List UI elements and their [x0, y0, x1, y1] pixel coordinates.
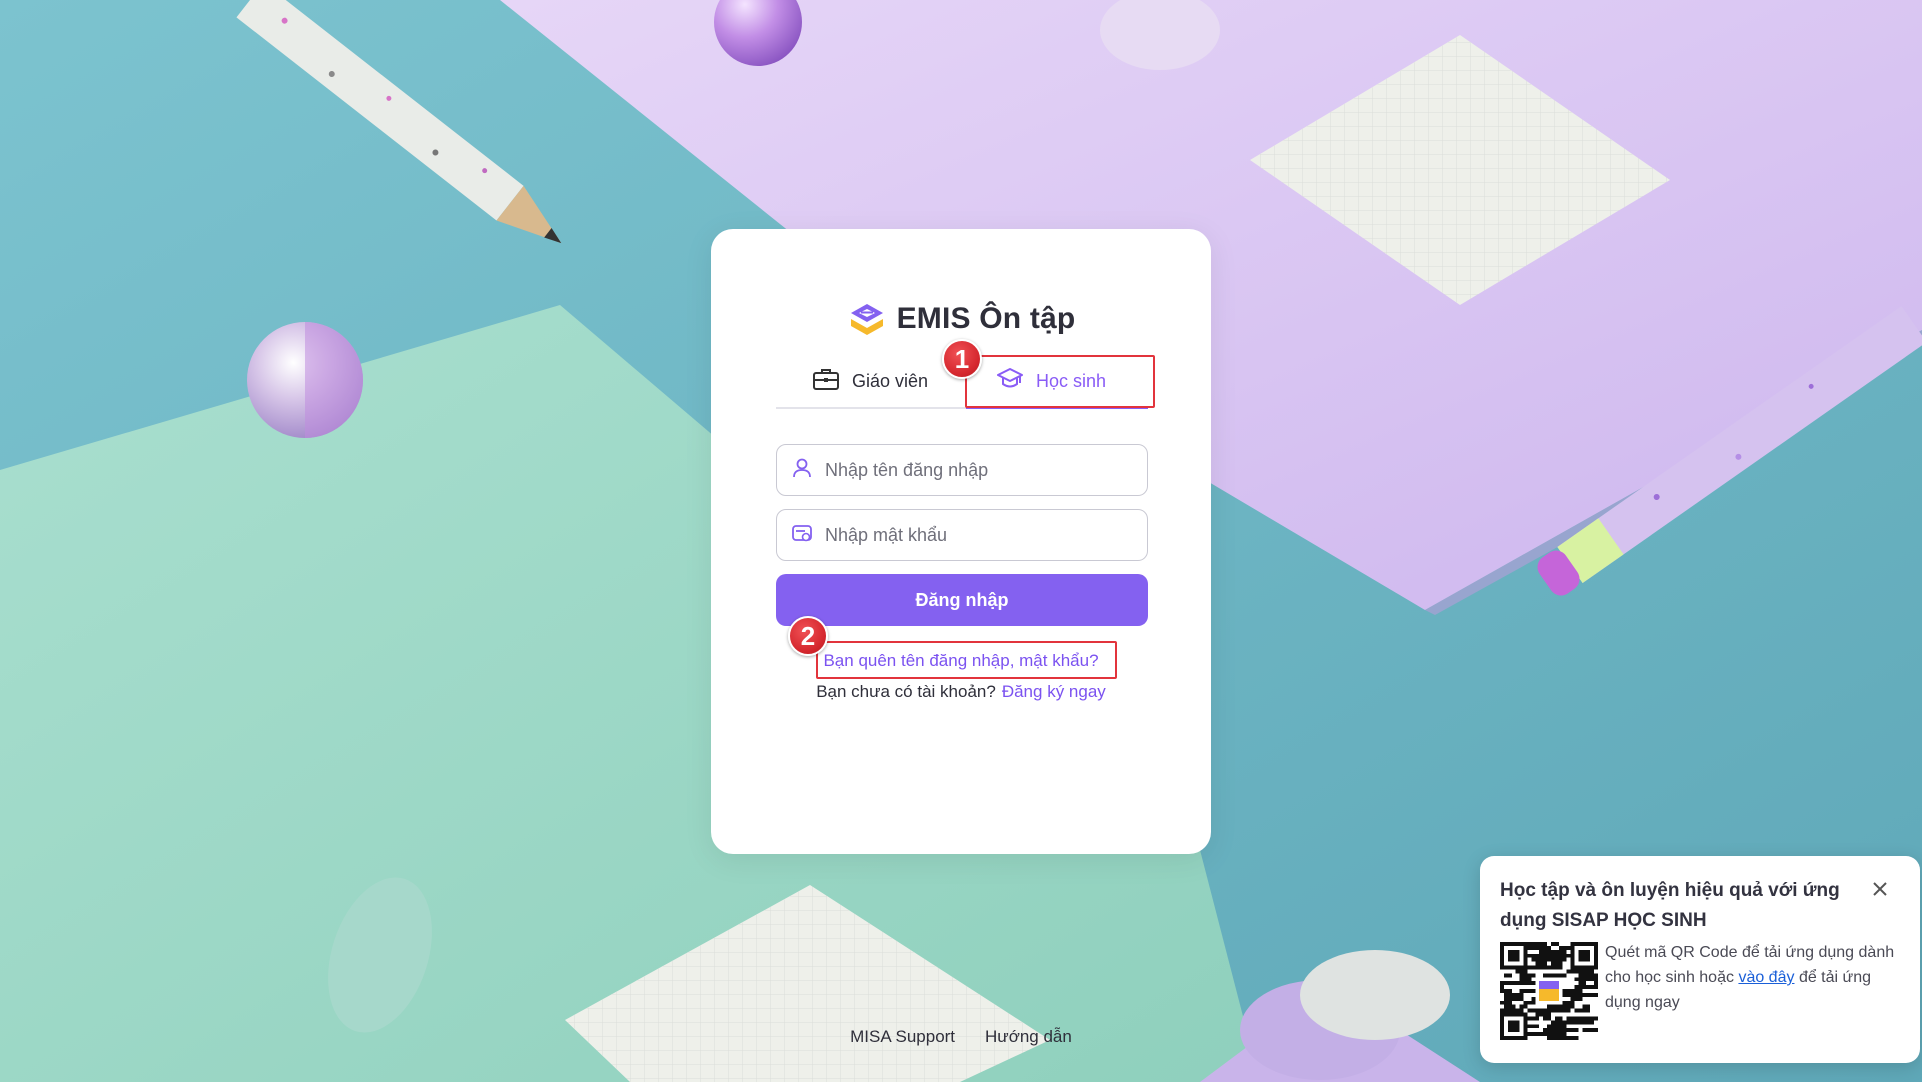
tab-teacher[interactable]: Giáo viên [812, 354, 928, 409]
app-title: EMIS Ôn tập [896, 302, 1076, 335]
popup-description: Quét mã QR Code để tải ứng dụng dành cho… [1605, 940, 1905, 1015]
username-field[interactable] [776, 444, 1148, 496]
guide-link[interactable]: Hướng dẫn [985, 1027, 1072, 1047]
highlight-student-tab [965, 355, 1155, 408]
qr-code-icon [1500, 942, 1598, 1040]
highlight-forgot-link [816, 641, 1117, 679]
step-marker-1: 1 [942, 339, 982, 379]
popup-title: Học tập và ôn luyện hiệu quả với ứng dụn… [1500, 880, 1840, 931]
username-input[interactable] [825, 459, 1147, 481]
briefcase-icon [812, 366, 840, 397]
password-input[interactable] [825, 524, 1147, 546]
user-icon [791, 457, 813, 484]
login-button[interactable]: Đăng nhập [776, 574, 1148, 626]
step-marker-2: 2 [788, 616, 828, 656]
no-account-text: Bạn chưa có tài khoản? [816, 682, 996, 701]
emis-logo-icon [847, 299, 887, 339]
misa-support-link[interactable]: MISA Support [850, 1027, 955, 1047]
brand: EMIS Ôn tập [711, 299, 1211, 339]
password-field[interactable] [776, 509, 1148, 561]
app-promo-popup: Học tập và ôn luyện hiệu quả với ứng dụn… [1480, 856, 1920, 1063]
login-card: EMIS Ôn tập Giáo viên Học sinh Nhập tên … [711, 229, 1211, 854]
tab-teacher-label: Giáo viên [852, 371, 929, 391]
download-here-link[interactable]: vào đây [1738, 969, 1794, 986]
close-icon[interactable] [1865, 874, 1895, 904]
register-line: Bạn chưa có tài khoản? Đăng ký ngay [711, 682, 1211, 702]
register-link[interactable]: Đăng ký ngay [1002, 682, 1106, 701]
password-icon [791, 522, 813, 549]
